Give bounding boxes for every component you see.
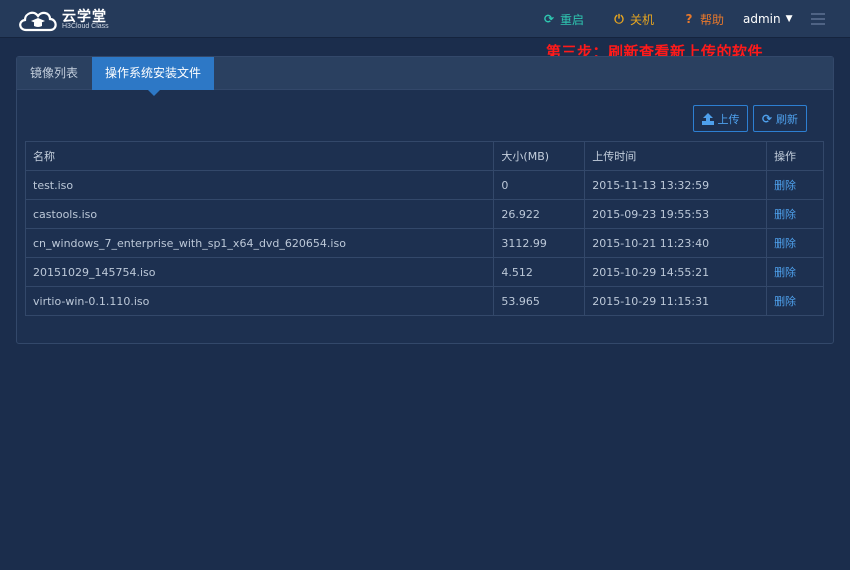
power-icon: ⏻ (614, 11, 624, 26)
header-name[interactable]: 名称 (24, 141, 495, 171)
help-label: 帮助 (700, 12, 725, 27)
delete-link[interactable]: 删除 (774, 208, 796, 221)
header-action: 操作 (766, 141, 824, 171)
delete-cell: 删除 (766, 257, 824, 287)
file-name: castools.iso (24, 199, 495, 229)
delete-link[interactable]: 删除 (774, 179, 796, 192)
tab-image-list[interactable]: 镜像列表 (17, 57, 91, 90)
file-size: 3112.99 (493, 228, 586, 258)
refresh-button[interactable]: ⟳ 刷新 (753, 105, 807, 132)
table-header-row: 名称 大小(MB) 上传时间 操作 (24, 141, 824, 171)
active-tab-caret (148, 90, 160, 96)
files-panel: 镜像列表 操作系统安装文件 上传 ⟳ 刷新 名称 大小(MB) 上传时间 操作 … (16, 56, 834, 344)
help-button[interactable]: ? 帮助 (683, 11, 725, 27)
table-row: test.iso 0 2015-11-13 13:32:59 删除 (24, 170, 824, 200)
user-menu[interactable]: admin ▼ (743, 11, 793, 27)
delete-link[interactable]: 删除 (774, 237, 796, 250)
question-icon: ? (685, 12, 693, 26)
delete-cell: 删除 (766, 170, 824, 200)
delete-link[interactable]: 删除 (774, 266, 796, 279)
upload-time: 2015-10-29 14:55:21 (584, 257, 768, 287)
files-table: 名称 大小(MB) 上传时间 操作 test.iso 0 2015-11-13 … (24, 141, 824, 316)
shutdown-button[interactable]: ⏻ 关机 (613, 11, 654, 27)
header-size[interactable]: 大小(MB) (493, 141, 586, 171)
restart-button[interactable]: ⟳ 重启 (543, 11, 584, 27)
top-header: 云学堂 H3Cloud Class ⟳ 重启 ⏻ 关机 ? 帮助 admin ▼ (0, 0, 850, 38)
header-upload-time[interactable]: 上传时间 (584, 141, 768, 171)
table-row: cn_windows_7_enterprise_with_sp1_x64_dvd… (24, 228, 824, 258)
restart-label: 重启 (560, 12, 585, 27)
upload-label: 上传 (717, 112, 740, 126)
shutdown-label: 关机 (630, 12, 655, 27)
file-name: 20151029_145754.iso (24, 257, 495, 287)
table-row: virtio-win-0.1.110.iso 53.965 2015-10-29… (24, 286, 824, 316)
file-name: test.iso (24, 170, 495, 200)
file-size: 26.922 (493, 199, 586, 229)
file-name: virtio-win-0.1.110.iso (24, 286, 495, 316)
file-size: 0 (493, 170, 586, 200)
delete-cell: 删除 (766, 228, 824, 258)
tab-os-install-files[interactable]: 操作系统安装文件 (92, 57, 215, 90)
upload-time: 2015-11-13 13:32:59 (584, 170, 768, 200)
table-row: 20151029_145754.iso 4.512 2015-10-29 14:… (24, 257, 824, 287)
table-row: castools.iso 26.922 2015-09-23 19:55:53 … (24, 199, 824, 229)
file-size: 53.965 (493, 286, 586, 316)
cloud-graduation-cap-icon (19, 11, 57, 32)
refresh-icon: ⟳ (543, 12, 555, 26)
hamburger-menu-icon[interactable] (811, 13, 825, 25)
logo-subtitle: H3Cloud Class (62, 23, 109, 30)
upload-time: 2015-09-23 19:55:53 (584, 199, 768, 229)
refresh-icon: ⟳ (761, 111, 773, 126)
username: admin (743, 12, 781, 26)
refresh-label: 刷新 (776, 112, 799, 126)
upload-icon (701, 112, 714, 125)
delete-cell: 删除 (766, 199, 824, 229)
delete-link[interactable]: 删除 (774, 295, 796, 308)
file-size: 4.512 (493, 257, 586, 287)
caret-down-icon: ▼ (785, 14, 793, 24)
upload-time: 2015-10-29 11:15:31 (584, 286, 768, 316)
tab-bar: 镜像列表 操作系统安装文件 (17, 57, 833, 90)
delete-cell: 删除 (766, 286, 824, 316)
upload-time: 2015-10-21 11:23:40 (584, 228, 768, 258)
file-name: cn_windows_7_enterprise_with_sp1_x64_dvd… (24, 228, 495, 258)
logo[interactable]: 云学堂 H3Cloud Class (17, 5, 113, 33)
upload-button[interactable]: 上传 (693, 105, 748, 132)
